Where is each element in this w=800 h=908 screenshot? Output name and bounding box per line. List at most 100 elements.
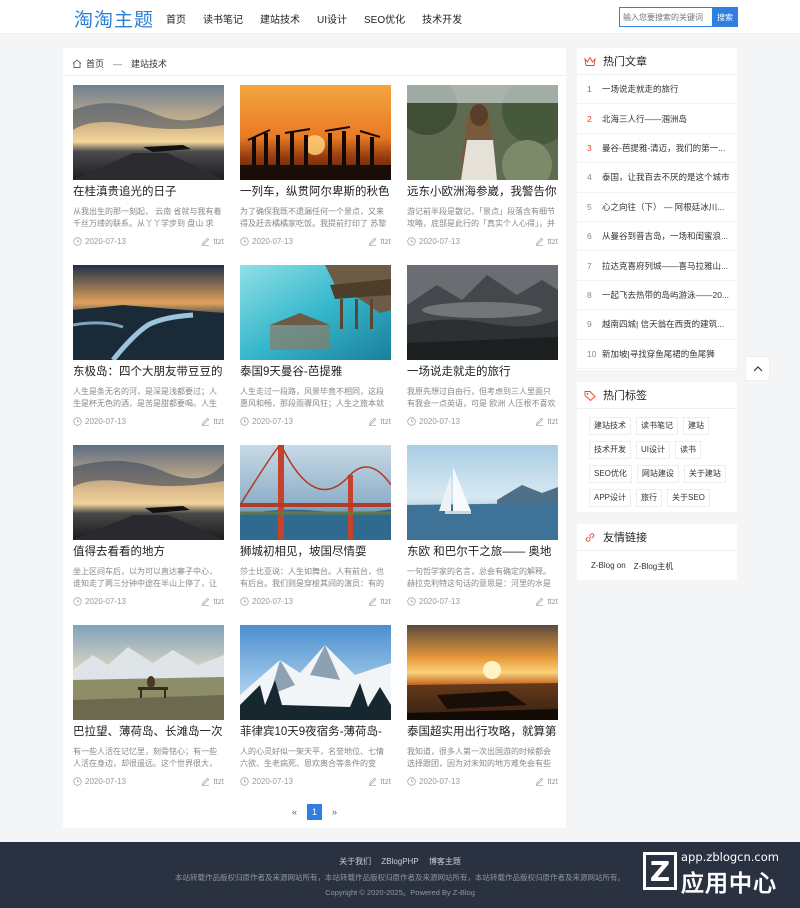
post-title[interactable]: 东欧 和巴尔干之旅—— 奥地: [407, 545, 558, 560]
list-item[interactable]: 5 心之向往（下） — 阿根廷冰川...: [577, 193, 737, 222]
post-meta: 2020-07-13 ttzt: [240, 777, 391, 786]
post-card[interactable]: 泰国超实用出行攻略，就算第 我知道，很多人第一次出国游的时候都会选择跟团，因为对…: [407, 625, 558, 786]
nav-tech-dev[interactable]: 技术开发: [422, 11, 462, 26]
tag-item[interactable]: 建站: [683, 417, 709, 435]
nav-seo[interactable]: SEO优化: [364, 11, 405, 26]
post-author[interactable]: ttzt: [213, 597, 224, 606]
post-meta: 2020-07-13 ttzt: [407, 237, 558, 246]
site-logo[interactable]: 淘淘主题: [74, 5, 154, 32]
post-excerpt: 坐上区间车后，以为可以直达寨子中心，谁知走了两三分钟中途在半山上停了，让下: [73, 567, 217, 588]
post-thumbnail[interactable]: [73, 625, 224, 720]
post-card[interactable]: 在桂滇贵追光的日子 从我出生的那一刻起， 云南 省就与我有着千丝万缕的联系。从丫…: [73, 85, 224, 246]
clock-icon: [73, 777, 82, 786]
post-title[interactable]: 泰国超实用出行攻略，就算第: [407, 725, 558, 740]
tag-item[interactable]: APP设计: [589, 489, 632, 507]
tag-item[interactable]: 技术开发: [589, 441, 631, 459]
post-thumbnail[interactable]: [240, 265, 391, 360]
post-thumbnail[interactable]: [240, 445, 391, 540]
post-thumbnail[interactable]: [407, 265, 558, 360]
post-thumbnail[interactable]: [73, 445, 224, 540]
list-item[interactable]: 4 泰国，让我百去不厌的是这个城市: [577, 163, 737, 193]
post-thumbnail[interactable]: [73, 85, 224, 180]
tag-item[interactable]: 读书: [675, 441, 701, 459]
list-item[interactable]: 8 一起飞去热带的岛屿游泳——20...: [577, 281, 737, 311]
next-page-button[interactable]: »: [332, 807, 337, 817]
tag-item[interactable]: SEO优化: [589, 465, 632, 483]
list-item[interactable]: 6 从曼谷到普吉岛，一场和闺蜜浪...: [577, 222, 737, 252]
post-excerpt: 一句哲学家的名言，总会有确定的解释。赫拉克利特这句话的意思是：河里的水是不断: [407, 567, 551, 588]
post-author[interactable]: ttzt: [380, 777, 391, 786]
post-title[interactable]: 菲律宾10天9夜宿务-薄荷岛-: [240, 725, 391, 740]
post-card[interactable]: 菲律宾10天9夜宿务-薄荷岛- 人的心灵好似一架天平，名誉地位、七情六欲、生老病…: [240, 625, 391, 786]
post-title[interactable]: 东极岛：四个大朋友带豆豆的: [73, 365, 224, 380]
list-item[interactable]: 9 越南四城| 信天翁在西贡的建筑...: [577, 310, 737, 340]
tag-item[interactable]: 关于SEO: [667, 489, 710, 507]
footer-link[interactable]: 博客主题: [429, 857, 461, 866]
post-card[interactable]: 一列车，纵贯阿尔卑斯的秋色 为了确保我既不遗漏任何一个景点，又来得及赶去橘橘家吃…: [240, 85, 391, 246]
post-author[interactable]: ttzt: [380, 237, 391, 246]
search-button[interactable]: 搜索: [712, 7, 738, 27]
post-card[interactable]: 巴拉望、薄荷岛、长滩岛一次 有一些人活在记忆里，刻骨铭心；有一些人活在身边，却很…: [73, 625, 224, 786]
post-title[interactable]: 泰国9天曼谷-芭提雅: [240, 365, 391, 380]
post-thumbnail[interactable]: [73, 265, 224, 360]
current-page[interactable]: 1: [307, 804, 322, 820]
list-item[interactable]: 3 曼谷-芭提雅-清迈，我们的第一...: [577, 134, 737, 164]
tag-item[interactable]: 关于建站: [683, 465, 726, 483]
post-excerpt: 游记前半段是散记，「景点」段落含有细节攻略，底部是此行的「真实个人心得」，并: [407, 207, 555, 228]
post-author[interactable]: ttzt: [213, 777, 224, 786]
post-author[interactable]: ttzt: [547, 597, 558, 606]
nav-web-tech[interactable]: 建站技术: [260, 11, 300, 26]
post-thumbnail[interactable]: [240, 85, 391, 180]
post-date: 2020-07-13: [85, 597, 126, 606]
post-card[interactable]: 远东小欧洲海参崴，我警告你 游记前半段是散记，「景点」段落含有细节攻略，底部是此…: [407, 85, 558, 246]
post-author[interactable]: ttzt: [213, 237, 224, 246]
post-title[interactable]: 值得去看看的地方: [73, 545, 224, 560]
friend-link[interactable]: Z-Blog on: [591, 561, 626, 572]
crown-icon: [584, 56, 596, 66]
back-to-top-button[interactable]: [745, 356, 770, 381]
post-excerpt: 有一些人活在记忆里，刻骨铭心；有一些人活在身边，却很遥远。这个世界很大，即使: [73, 747, 217, 768]
prev-page-button[interactable]: «: [292, 807, 297, 817]
post-author[interactable]: ttzt: [380, 597, 391, 606]
post-thumbnail[interactable]: [407, 85, 558, 180]
footer-link[interactable]: 关于我们: [339, 857, 371, 866]
friend-link[interactable]: Z-Blog主机: [634, 561, 674, 572]
post-title[interactable]: 巴拉望、薄荷岛、长滩岛一次: [73, 725, 224, 740]
breadcrumb-home[interactable]: 首页: [86, 57, 104, 70]
post-date: 2020-07-13: [85, 417, 126, 426]
post-title[interactable]: 狮城初相见，坡国尽情耍: [240, 545, 391, 560]
nav-ui-design[interactable]: UI设计: [317, 11, 347, 26]
post-thumbnail[interactable]: [407, 625, 558, 720]
tag-item[interactable]: UI设计: [636, 441, 670, 459]
post-author[interactable]: ttzt: [213, 417, 224, 426]
post-title[interactable]: 一列车，纵贯阿尔卑斯的秋色: [240, 185, 391, 200]
post-card[interactable]: 狮城初相见，坡国尽情耍 莎士比亚说：人生如舞台。人有前台，也有后台。我们则是穿梭…: [240, 445, 391, 606]
post-author[interactable]: ttzt: [547, 417, 558, 426]
post-thumbnail[interactable]: [407, 445, 558, 540]
tag-item[interactable]: 建站技术: [589, 417, 631, 435]
post-card[interactable]: 值得去看看的地方 坐上区间车后，以为可以直达寨子中心，谁知走了两三分钟中途在半山…: [73, 445, 224, 606]
post-author[interactable]: ttzt: [547, 237, 558, 246]
nav-home[interactable]: 首页: [166, 11, 186, 26]
list-item[interactable]: 10 新加坡|寻找穿鱼尾裙的鱼尾狮: [577, 340, 737, 369]
post-card[interactable]: 泰国9天曼谷-芭提雅 人生走过一段路，风景毕竟不相同，这段惠风和畅，那段雨骤风狂…: [240, 265, 391, 426]
tag-item[interactable]: 旅行: [636, 489, 663, 507]
footer-link[interactable]: ZBlogPHP: [381, 857, 418, 866]
post-author[interactable]: ttzt: [380, 417, 391, 426]
clock-icon: [240, 237, 249, 246]
list-item[interactable]: 2 北海三人行——涠洲岛: [577, 104, 737, 134]
list-item[interactable]: 1 一场说走就走的旅行: [577, 75, 737, 105]
post-card[interactable]: 东欧 和巴尔干之旅—— 奥地 一句哲学家的名言，总会有确定的解释。赫拉克利特这句…: [407, 445, 558, 606]
post-card[interactable]: 东极岛：四个大朋友带豆豆的 人生是条无名的河，是深是浅都要过；人生是杯无色的酒，…: [73, 265, 224, 426]
nav-reading-notes[interactable]: 读书笔记: [203, 11, 243, 26]
post-title[interactable]: 在桂滇贵追光的日子: [73, 185, 224, 200]
post-title[interactable]: 一场说走就走的旅行: [407, 365, 558, 380]
search-input[interactable]: [619, 7, 712, 27]
post-title[interactable]: 远东小欧洲海参崴，我警告你: [407, 185, 558, 200]
list-item[interactable]: 7 拉达克喜府列城——喜马拉雅山...: [577, 251, 737, 281]
tag-item[interactable]: 读书笔记: [636, 417, 678, 435]
post-card[interactable]: 一场说走就走的旅行 我原先想过自由行，但考虑到三人里面只有我会一点英语，可是 欧…: [407, 265, 558, 426]
post-author[interactable]: ttzt: [547, 777, 558, 786]
post-thumbnail[interactable]: [240, 625, 391, 720]
tag-item[interactable]: 网站建设: [636, 465, 679, 483]
